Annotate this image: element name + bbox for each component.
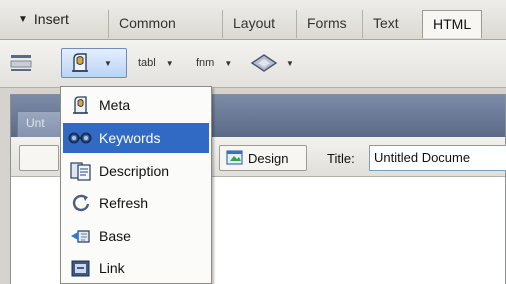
meta-icon	[72, 53, 88, 72]
document-title-input[interactable]: Untitled Docume	[369, 145, 506, 171]
design-view-label: Design	[248, 150, 289, 166]
document-tab-label: Unt	[26, 116, 45, 130]
menu-item-label: Link	[99, 260, 125, 276]
menu-item-label: Keywords	[99, 130, 161, 146]
menu-item-link[interactable]: Link	[63, 253, 209, 283]
chevron-down-icon: ▼	[104, 58, 112, 68]
base-icon	[67, 224, 95, 248]
document-title-label: Title:	[327, 151, 355, 166]
head-tags-dropdown[interactable]: ▼	[68, 50, 112, 76]
horizontal-rule-button[interactable]	[10, 50, 32, 76]
head-tags-menu: Meta Keywords Description Refresh Base L…	[60, 86, 212, 284]
insert-menu-button[interactable]: ▼ Insert	[18, 11, 69, 27]
link-icon	[67, 256, 95, 280]
script-tags-dropdown[interactable]: ▼	[250, 50, 294, 76]
insert-menu-label: Insert	[33, 11, 69, 27]
menu-item-label: Refresh	[99, 195, 149, 211]
keywords-icon	[67, 126, 95, 150]
triangle-down-icon: ▼	[18, 13, 28, 25]
menu-item-base[interactable]: Base	[63, 221, 209, 251]
meta-icon	[67, 93, 95, 117]
menu-item-keywords[interactable]: Keywords	[63, 123, 209, 153]
frameset-label: fnm	[196, 57, 215, 69]
menu-item-label: Base	[99, 228, 131, 244]
description-icon	[67, 159, 95, 183]
code-view-button[interactable]	[19, 145, 59, 171]
table-tags-dropdown[interactable]: tabl ▼	[138, 50, 174, 76]
tab-html[interactable]: HTML	[422, 10, 483, 38]
refresh-icon	[67, 191, 95, 215]
menu-item-refresh[interactable]: Refresh	[63, 188, 209, 218]
menu-item-label: Description	[99, 163, 170, 179]
chevron-down-icon: ▼	[224, 58, 233, 68]
insert-toolbar: ▼ tabl ▼ fnm ▼ ▼	[0, 40, 506, 88]
horizontal-rule-icon	[10, 55, 32, 71]
tab-layout[interactable]: Layout	[222, 10, 285, 38]
tab-text[interactable]: Text	[362, 10, 409, 38]
menu-item-meta[interactable]: Meta	[63, 90, 209, 120]
frameset-tags-dropdown[interactable]: fnm ▼	[196, 50, 232, 76]
tab-common[interactable]: Common	[108, 10, 186, 38]
design-view-icon	[226, 150, 243, 165]
insert-bar: ▼ Insert Common Layout Forms Text HTML	[0, 0, 506, 40]
design-view-button[interactable]: Design	[219, 145, 307, 171]
menu-item-label: Meta	[99, 97, 131, 113]
menu-item-description[interactable]: Description	[63, 156, 209, 186]
chevron-down-icon: ▼	[165, 58, 174, 68]
tab-forms[interactable]: Forms	[296, 10, 357, 38]
table-label: tabl	[138, 57, 156, 69]
chevron-down-icon: ▼	[286, 58, 294, 68]
script-icon	[250, 54, 278, 72]
